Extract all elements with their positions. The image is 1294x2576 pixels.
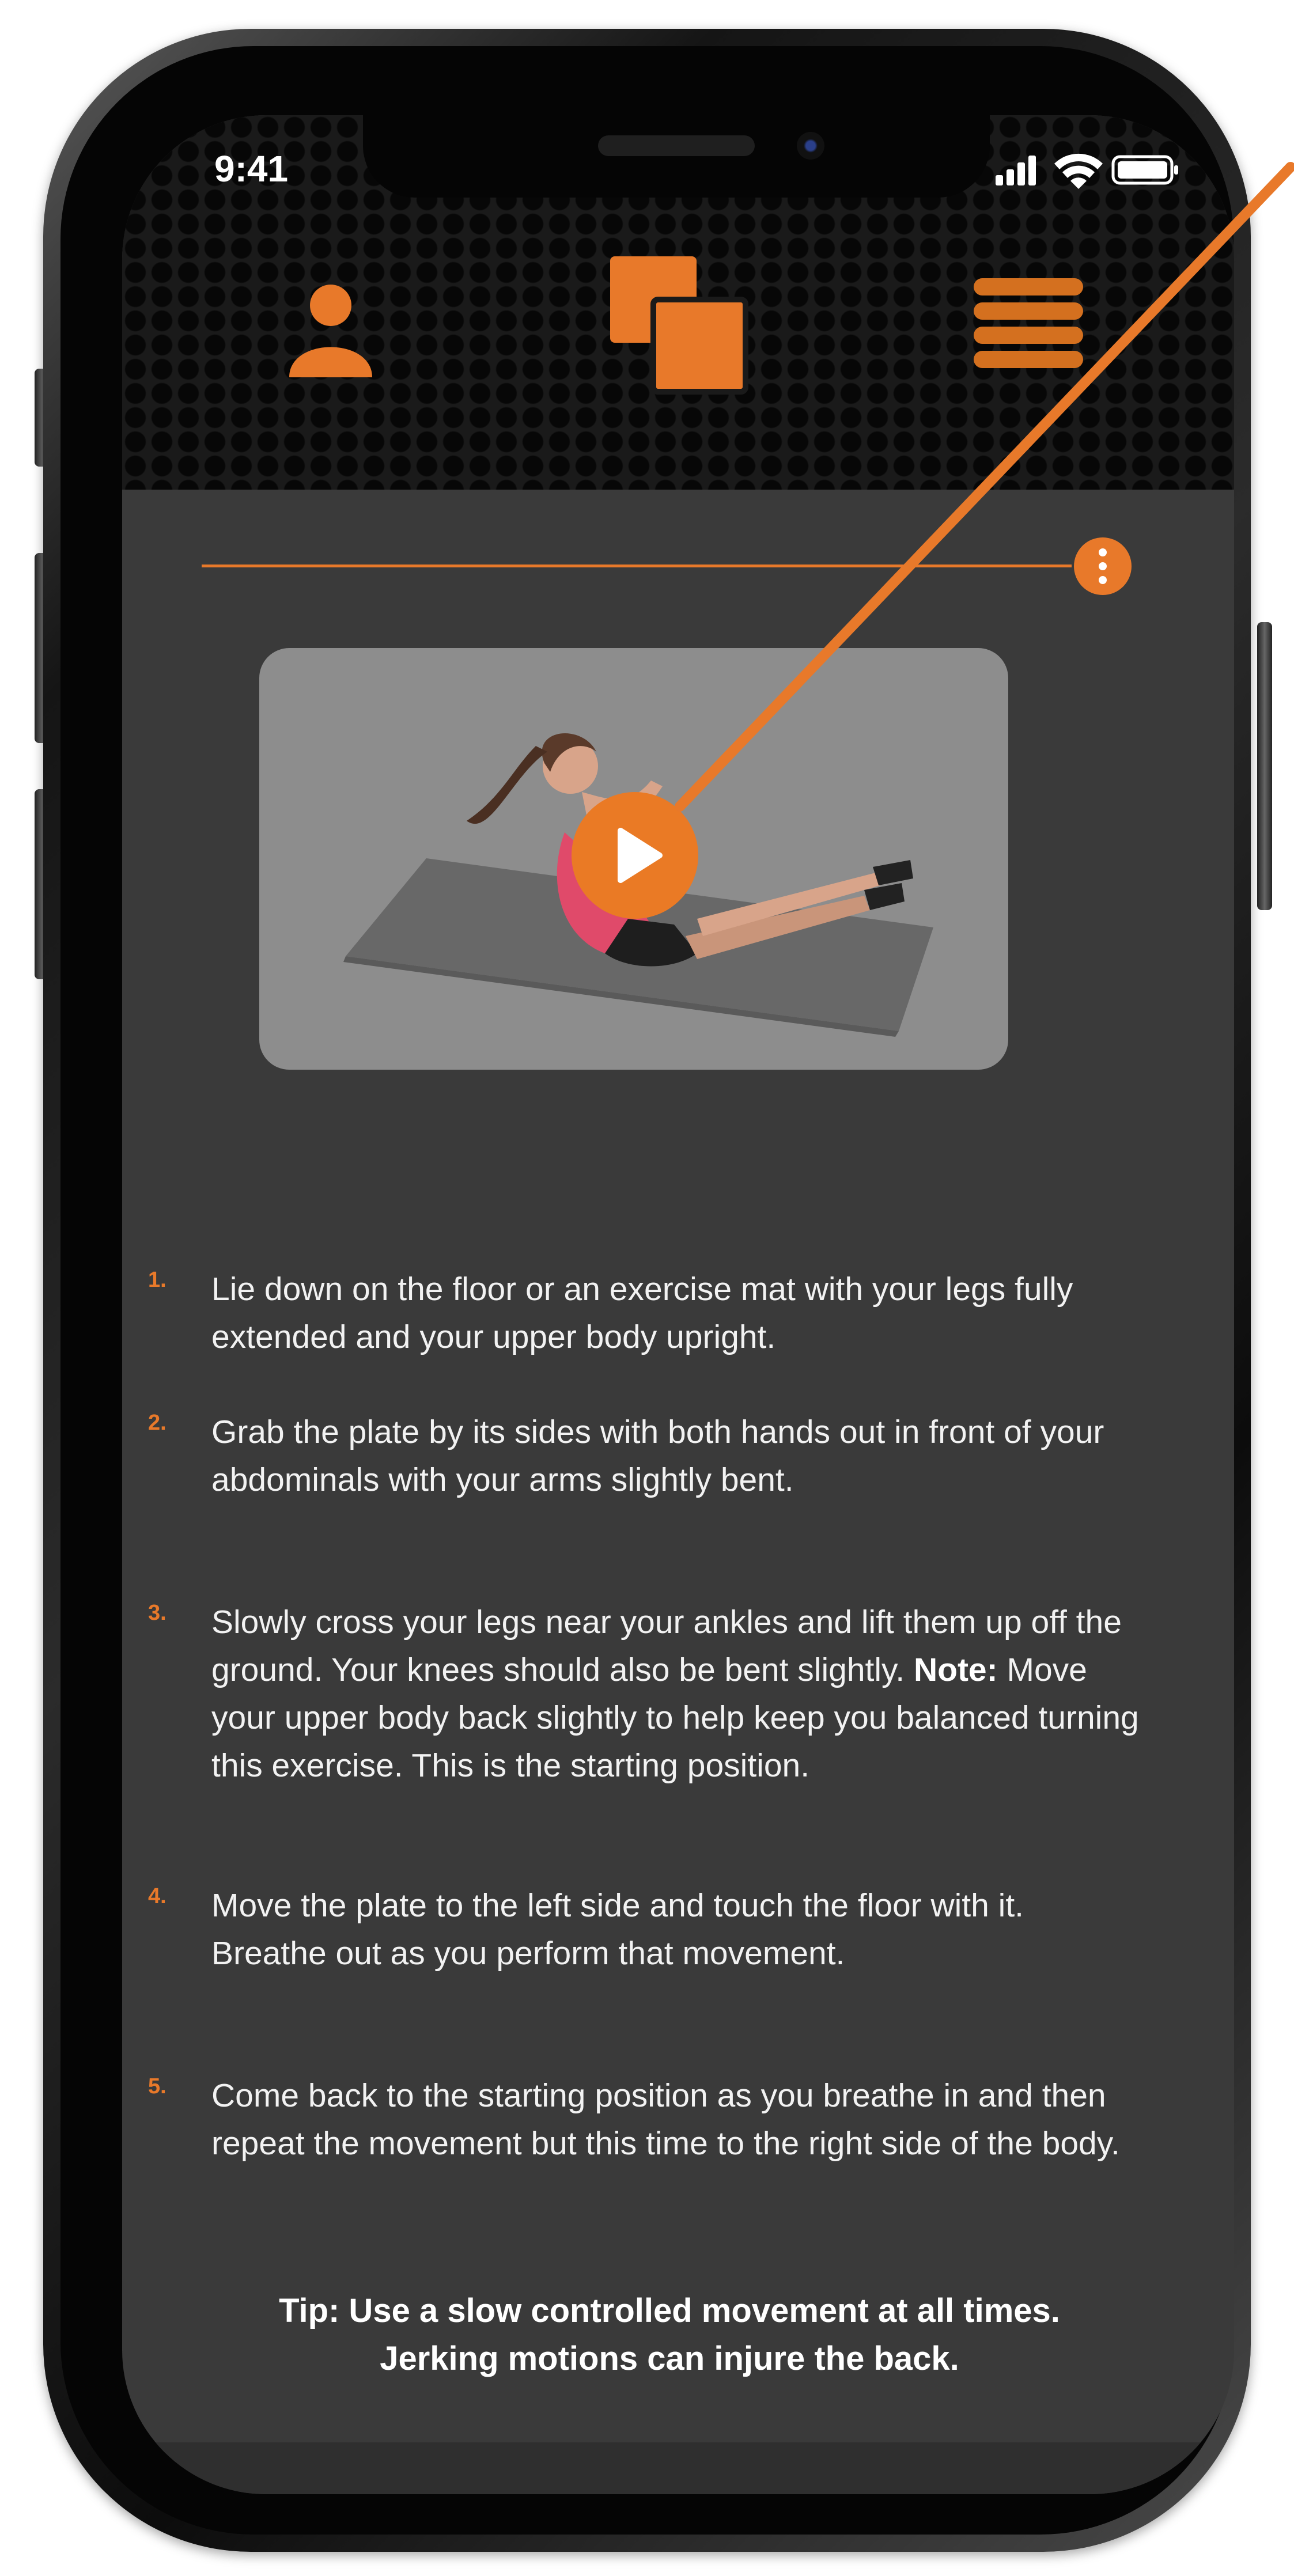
status-time: 9:41 xyxy=(214,148,289,190)
wifi-icon xyxy=(1054,153,1103,189)
step-number: 5. xyxy=(148,2074,167,2098)
bottom-area xyxy=(122,2442,1234,2494)
app-logo-icon[interactable] xyxy=(607,253,751,397)
tip-line-2: Jerking motions can injure the back. xyxy=(380,2340,959,2377)
cellular-signal-icon xyxy=(996,156,1036,185)
menu-icon[interactable] xyxy=(974,274,1083,372)
step-text: Grab the plate by its sides with both ha… xyxy=(211,1414,1104,1498)
step-text: Lie down on the floor or an exercise mat… xyxy=(211,1271,1073,1355)
tip-text: Tip: Use a slow controlled movement at a… xyxy=(174,2287,1165,2382)
power-button xyxy=(1257,622,1272,910)
front-camera xyxy=(797,132,824,160)
play-button[interactable] xyxy=(572,792,698,919)
phone-screen: 9:41 1. Lie down on the floor or an exer… xyxy=(122,115,1234,2494)
earpiece-speaker xyxy=(598,135,755,156)
section-divider xyxy=(202,565,1072,567)
step-number: 1. xyxy=(148,1268,167,1292)
more-dot xyxy=(1099,576,1107,584)
play-icon xyxy=(618,828,663,883)
app-header: 9:41 xyxy=(122,115,1234,490)
status-icons xyxy=(996,153,1178,189)
step-number: 2. xyxy=(148,1411,167,1435)
exercise-video[interactable] xyxy=(259,648,1008,1070)
step-text: Slowly cross your legs near your ankles … xyxy=(211,1598,1139,1790)
step-number: 4. xyxy=(148,1884,167,1908)
tip-line-1: Tip: Use a slow controlled movement at a… xyxy=(279,2292,1060,2329)
step-text: Come back to the starting position as yo… xyxy=(211,2077,1120,2162)
step-number: 3. xyxy=(148,1601,167,1625)
more-options-button[interactable] xyxy=(1074,537,1132,595)
battery-icon xyxy=(1111,155,1178,185)
more-dot xyxy=(1099,548,1107,556)
phone-notch xyxy=(363,115,990,198)
user-icon[interactable] xyxy=(279,276,383,380)
note-label: Note: xyxy=(913,1651,998,1688)
step-text: Move the plate to the left side and touc… xyxy=(211,1887,1024,1972)
more-dot xyxy=(1099,562,1107,570)
